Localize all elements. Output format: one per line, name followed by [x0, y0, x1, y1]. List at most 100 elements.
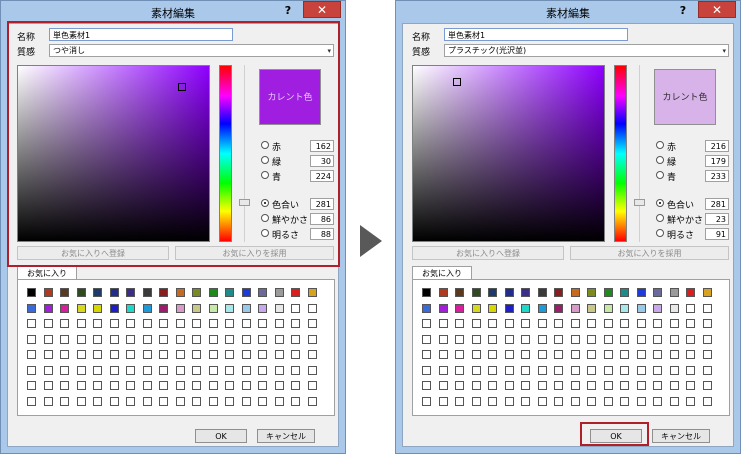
- favorite-color-cell[interactable]: [570, 381, 580, 390]
- favorite-color-cell[interactable]: [142, 350, 152, 359]
- favorite-color-cell[interactable]: [669, 319, 679, 328]
- favorite-color-cell[interactable]: [686, 334, 695, 344]
- favorite-color-cell[interactable]: [258, 334, 267, 344]
- favorite-color-cell[interactable]: [422, 334, 431, 344]
- favorite-color-cell[interactable]: [702, 381, 712, 390]
- hue-bar[interactable]: [614, 65, 627, 242]
- brightness-slider-thumb[interactable]: [634, 199, 645, 207]
- favorite-color-cell[interactable]: [307, 334, 317, 344]
- favorite-color-cell[interactable]: [307, 381, 317, 390]
- favorite-color-cell[interactable]: [438, 381, 448, 390]
- favorite-color-cell[interactable]: [669, 350, 679, 359]
- favorite-color-cell[interactable]: [192, 381, 201, 390]
- favorite-color-cell[interactable]: [43, 350, 53, 359]
- favorite-color-cell[interactable]: [636, 319, 646, 328]
- favorite-color-cell[interactable]: [438, 319, 448, 328]
- help-button[interactable]: ?: [277, 3, 299, 19]
- favorite-color-cell[interactable]: [274, 288, 284, 297]
- favorite-color-cell[interactable]: [554, 396, 563, 406]
- saturation-value-field[interactable]: 23: [705, 213, 729, 225]
- add-favorite-button[interactable]: お気に入りへ登録: [412, 246, 564, 260]
- favorite-color-cell[interactable]: [455, 365, 464, 375]
- favorite-color-cell[interactable]: [142, 319, 152, 328]
- favorite-color-cell[interactable]: [142, 396, 152, 406]
- favorite-color-cell[interactable]: [76, 319, 86, 328]
- favorite-color-cell[interactable]: [438, 350, 448, 359]
- favorite-color-cell[interactable]: [653, 334, 662, 344]
- favorite-color-cell[interactable]: [521, 334, 530, 344]
- favorite-color-cell[interactable]: [307, 365, 317, 375]
- favorite-color-cell[interactable]: [570, 396, 580, 406]
- favorite-color-cell[interactable]: [258, 396, 267, 406]
- favorite-color-cell[interactable]: [27, 350, 36, 359]
- favorite-color-cell[interactable]: [241, 381, 251, 390]
- favorite-color-cell[interactable]: [455, 381, 464, 390]
- favorite-color-cell[interactable]: [274, 396, 284, 406]
- favorite-color-cell[interactable]: [307, 350, 317, 359]
- favorite-color-cell[interactable]: [27, 334, 36, 344]
- favorite-color-cell[interactable]: [438, 303, 448, 313]
- favorite-color-cell[interactable]: [60, 396, 69, 406]
- favorite-color-cell[interactable]: [587, 350, 596, 359]
- favorite-color-cell[interactable]: [570, 365, 580, 375]
- tab-favorites[interactable]: お気に入り: [17, 266, 77, 280]
- favorite-color-cell[interactable]: [225, 319, 234, 328]
- favorite-color-cell[interactable]: [159, 334, 168, 344]
- favorite-color-cell[interactable]: [438, 288, 448, 297]
- favorite-color-cell[interactable]: [636, 334, 646, 344]
- favorite-color-cell[interactable]: [603, 350, 613, 359]
- favorite-color-cell[interactable]: [504, 365, 514, 375]
- favorite-color-cell[interactable]: [686, 350, 695, 359]
- favorite-color-cell[interactable]: [455, 334, 464, 344]
- favorite-color-cell[interactable]: [192, 365, 201, 375]
- favorite-color-cell[interactable]: [192, 303, 201, 313]
- favorite-color-cell[interactable]: [43, 303, 53, 313]
- title-bar[interactable]: 素材編集 ? ✕: [396, 1, 740, 23]
- favorite-color-cell[interactable]: [438, 365, 448, 375]
- favorite-color-cell[interactable]: [192, 319, 201, 328]
- favorite-color-cell[interactable]: [686, 303, 695, 313]
- radio-green[interactable]: [656, 156, 664, 164]
- favorite-color-cell[interactable]: [471, 303, 481, 313]
- favorite-color-cell[interactable]: [603, 303, 613, 313]
- favorite-color-cell[interactable]: [109, 288, 119, 297]
- favorite-color-cell[interactable]: [225, 365, 234, 375]
- favorite-color-cell[interactable]: [702, 365, 712, 375]
- favorite-color-cell[interactable]: [587, 365, 596, 375]
- favorite-color-cell[interactable]: [76, 303, 86, 313]
- favorite-color-cell[interactable]: [603, 288, 613, 297]
- favorite-color-cell[interactable]: [521, 365, 530, 375]
- favorite-color-cell[interactable]: [175, 303, 185, 313]
- blue-value-field[interactable]: 233: [705, 170, 729, 182]
- favorite-color-cell[interactable]: [438, 396, 448, 406]
- favorite-color-cell[interactable]: [587, 288, 596, 297]
- favorite-color-cell[interactable]: [554, 381, 563, 390]
- favorite-color-cell[interactable]: [274, 334, 284, 344]
- ok-button[interactable]: OK: [195, 429, 247, 443]
- favorite-color-cell[interactable]: [537, 303, 547, 313]
- favorite-color-cell[interactable]: [241, 319, 251, 328]
- favorite-color-cell[interactable]: [653, 365, 662, 375]
- favorite-color-cell[interactable]: [521, 396, 530, 406]
- favorite-color-cell[interactable]: [208, 381, 218, 390]
- favorite-color-cell[interactable]: [636, 381, 646, 390]
- favorite-color-cell[interactable]: [109, 303, 119, 313]
- favorite-color-cell[interactable]: [291, 396, 300, 406]
- favorite-color-cell[interactable]: [76, 365, 86, 375]
- help-button[interactable]: ?: [672, 3, 694, 19]
- favorite-color-cell[interactable]: [504, 288, 514, 297]
- favorite-color-cell[interactable]: [471, 365, 481, 375]
- favorite-color-cell[interactable]: [455, 350, 464, 359]
- favorite-color-cell[interactable]: [686, 396, 695, 406]
- favorite-color-cell[interactable]: [291, 319, 300, 328]
- favorite-color-cell[interactable]: [142, 303, 152, 313]
- favorite-color-cell[interactable]: [274, 303, 284, 313]
- favorite-color-cell[interactable]: [27, 365, 36, 375]
- favorite-color-cell[interactable]: [653, 350, 662, 359]
- favorite-color-cell[interactable]: [653, 319, 662, 328]
- favorite-color-cell[interactable]: [76, 350, 86, 359]
- favorite-color-cell[interactable]: [93, 319, 102, 328]
- favorite-color-cell[interactable]: [60, 365, 69, 375]
- favorite-color-cell[interactable]: [241, 303, 251, 313]
- favorite-color-cell[interactable]: [27, 319, 36, 328]
